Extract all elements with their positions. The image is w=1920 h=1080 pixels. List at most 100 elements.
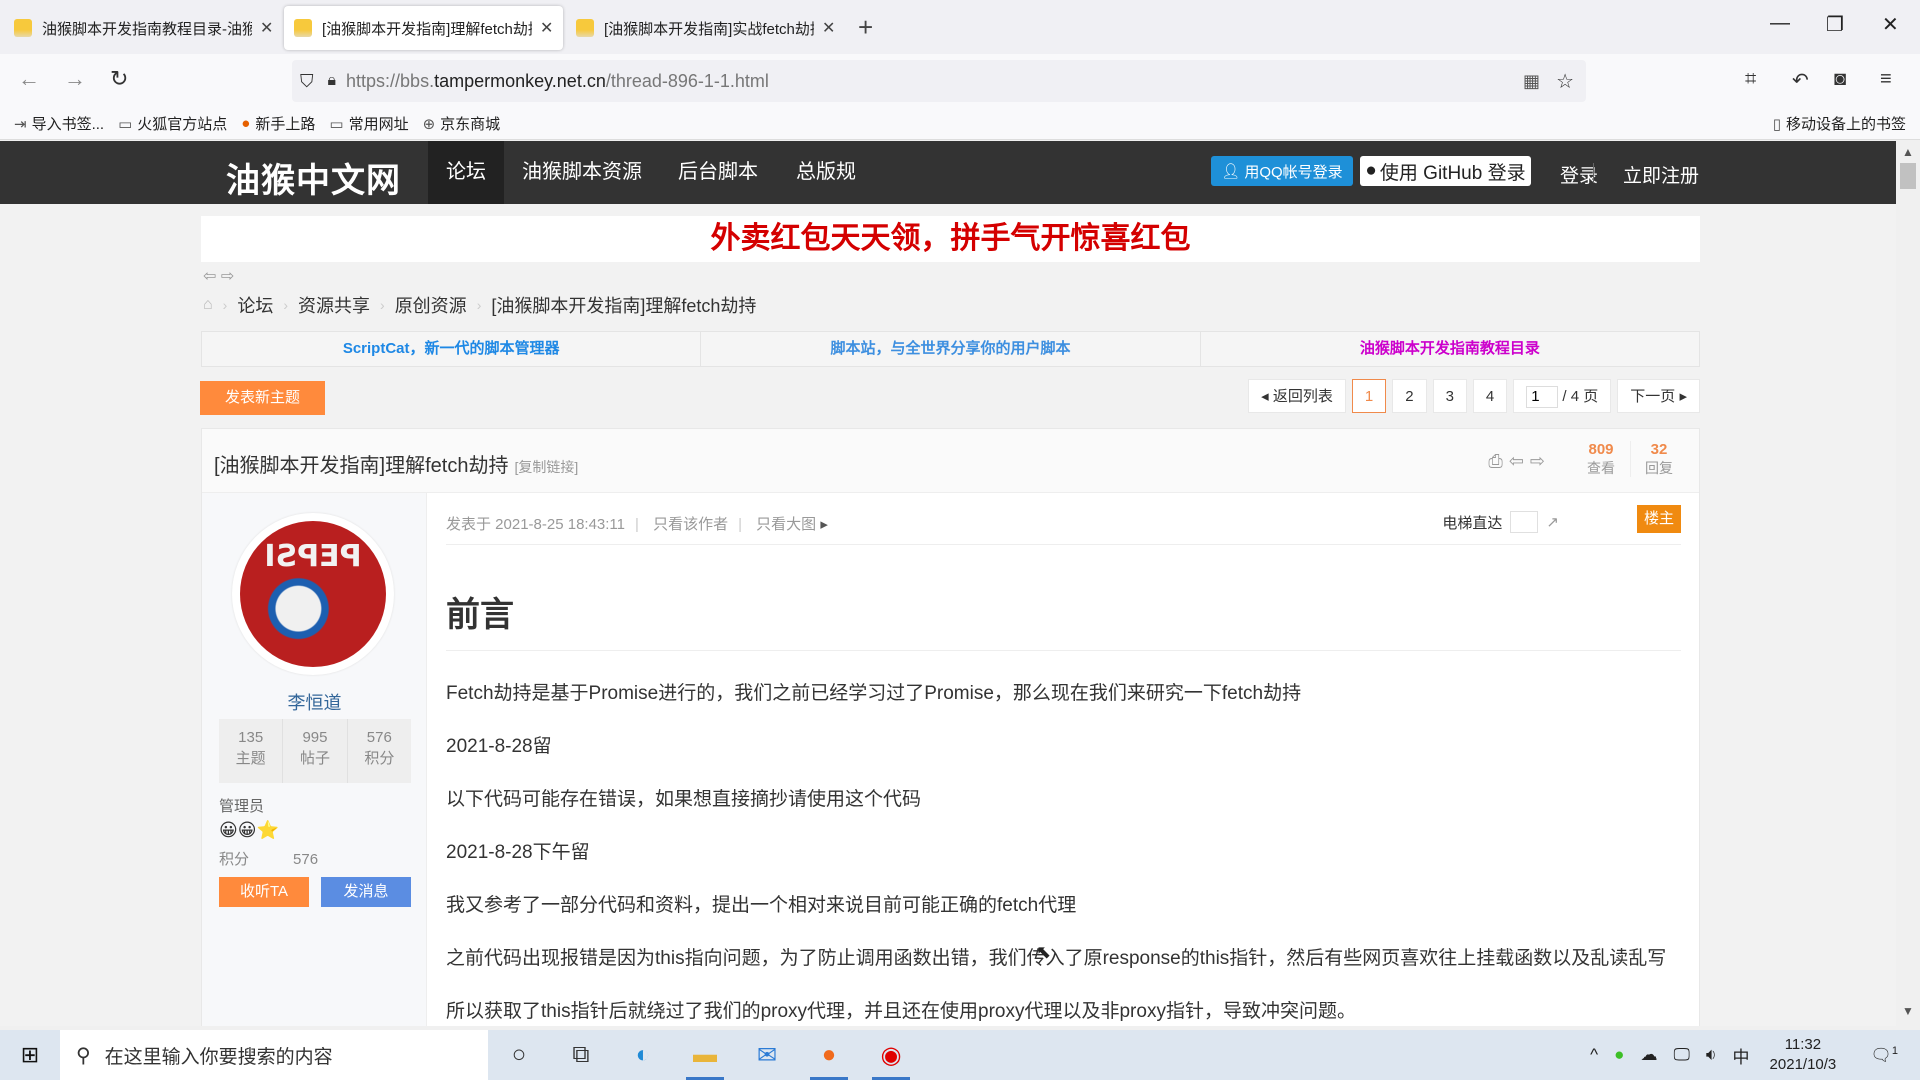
task-view-icon[interactable]: ⧉ xyxy=(550,1030,612,1080)
notification-icon[interactable]: 🗨︎1 xyxy=(1870,1045,1898,1066)
close-tab-icon[interactable]: ✕ xyxy=(540,18,553,38)
green-status-icon[interactable]: ● xyxy=(1614,1045,1624,1065)
arrow-right-icon[interactable]: ⇨ xyxy=(221,268,234,285)
url-text[interactable]: https://bbs.tampermonkey.net.cn/thread-8… xyxy=(346,71,769,92)
shield-icon[interactable]: ⛉ xyxy=(300,71,314,92)
stat-posts[interactable]: 995 帖子 xyxy=(283,719,348,783)
author-name[interactable]: 李恒道 xyxy=(202,689,427,715)
minimize-button[interactable]: — xyxy=(1770,12,1790,35)
arrow-left-icon[interactable]: ⇦ xyxy=(203,268,216,285)
mail-icon[interactable]: ✉ xyxy=(736,1030,798,1080)
follow-button[interactable]: 收听TA xyxy=(219,877,309,907)
next-page-button[interactable]: 下一页 ▸ xyxy=(1617,379,1700,413)
go-icon[interactable]: ↗ xyxy=(1546,513,1559,531)
scroll-thumb[interactable] xyxy=(1900,163,1916,189)
bookmark-star-icon[interactable]: ☆ xyxy=(1556,69,1574,94)
edge-icon[interactable]: ◐ xyxy=(612,1030,674,1080)
prev-thread-icon[interactable]: ⇦ xyxy=(1509,451,1530,471)
only-author-link[interactable]: 只看该作者 xyxy=(653,516,728,533)
breadcrumb-item[interactable]: [油猴脚本开发指南]理解fetch劫持 xyxy=(491,292,756,318)
site-nav-resources[interactable]: 油猴脚本资源 xyxy=(504,141,660,204)
breadcrumb-item[interactable]: 原创资源 xyxy=(395,292,467,318)
back-to-list-button[interactable]: ◂ 返回列表 xyxy=(1248,379,1346,413)
scroll-up-icon[interactable]: ▲ xyxy=(1896,141,1920,163)
promo-banner[interactable]: 外卖红包天天领，拼手气开惊喜红包 xyxy=(201,216,1700,262)
site-logo[interactable]: 油猴中文网 xyxy=(226,153,401,202)
page-4[interactable]: 4 xyxy=(1472,379,1508,413)
close-tab-icon[interactable]: ✕ xyxy=(260,18,273,38)
stat-label: 积分 xyxy=(364,750,395,767)
bookmark-item[interactable]: ▭ 火狐官方站点 xyxy=(118,113,227,134)
menu-icon[interactable]: ≡ xyxy=(1880,68,1892,91)
volume-icon[interactable]: 🔉︎ xyxy=(1706,1045,1717,1065)
qq-login-button[interactable]: 👤︎ 用QQ帐号登录 xyxy=(1211,156,1353,186)
lock-icon[interactable]: 🔒︎ xyxy=(328,72,337,90)
ime-indicator[interactable]: 中 xyxy=(1733,1043,1750,1068)
undo-icon[interactable]: ↶ xyxy=(1792,68,1809,93)
register-link[interactable]: 立即注册 xyxy=(1623,161,1699,188)
stat-points[interactable]: 576 积分 xyxy=(348,719,411,783)
caret-right-icon[interactable]: ▸ xyxy=(820,516,828,533)
link-tutorial-index[interactable]: 油猴脚本开发指南教程目录 xyxy=(1201,332,1699,366)
clock[interactable]: 11:32 2021/10/3 xyxy=(1770,1035,1837,1075)
print-icon[interactable]: ⎙ xyxy=(1488,451,1508,471)
bookmark-item[interactable]: ⇥ 导入书签... xyxy=(14,113,104,134)
close-window-button[interactable]: ✕ xyxy=(1882,12,1899,37)
site-nav-rules[interactable]: 总版规 xyxy=(778,141,874,204)
site-nav-forum[interactable]: 论坛 xyxy=(428,141,504,204)
only-images-link[interactable]: 只看大图 xyxy=(756,516,816,533)
stat-topics[interactable]: 135 主题 xyxy=(219,719,284,783)
file-explorer-icon[interactable]: ▬ xyxy=(674,1030,736,1080)
bookmark-item[interactable]: ⊕ 京东商城 xyxy=(423,113,501,134)
new-tab-button[interactable]: + xyxy=(858,12,873,43)
close-tab-icon[interactable]: ✕ xyxy=(822,18,835,38)
reload-button[interactable]: ↻ xyxy=(110,66,128,92)
site-nav-background-scripts[interactable]: 后台脚本 xyxy=(660,141,776,204)
page-jump: / 4 页 xyxy=(1513,379,1612,413)
scroll-down-icon[interactable]: ▼ xyxy=(1896,1004,1920,1026)
tray-expand-icon[interactable]: ^ xyxy=(1590,1045,1598,1065)
github-login-button[interactable]: ● 使用 GitHub 登录 xyxy=(1360,156,1531,186)
link-script-site[interactable]: 脚本站，与全世界分享你的用户脚本 xyxy=(701,332,1201,366)
send-message-button[interactable]: 发消息 xyxy=(321,877,411,907)
copy-link-button[interactable]: [复制链接] xyxy=(514,459,578,475)
onedrive-icon[interactable]: ☁ xyxy=(1640,1045,1657,1065)
windows-start-icon[interactable]: ⊞ xyxy=(0,1042,60,1068)
recorder-icon[interactable]: ◉ xyxy=(860,1030,922,1080)
back-button[interactable]: ← xyxy=(18,66,40,92)
author-role[interactable]: 管理员 xyxy=(219,795,264,816)
page-scrollbar[interactable]: ▲ ▼ xyxy=(1896,141,1920,1026)
browser-tab[interactable]: [油猴脚本开发指南]实战fetch劫持 ✕ xyxy=(566,6,845,50)
page-1[interactable]: 1 xyxy=(1351,379,1387,413)
screenshot-crop-icon[interactable]: ⌗ xyxy=(1745,68,1756,91)
bookmark-item[interactable]: ▭ 常用网址 xyxy=(329,113,408,134)
restore-button[interactable]: ❐ xyxy=(1826,12,1844,37)
floor-jump-label: 电梯直达 xyxy=(1442,514,1503,532)
page-3[interactable]: 3 xyxy=(1432,379,1467,413)
browser-tab-active[interactable]: [油猴脚本开发指南]理解fetch劫持 ✕ xyxy=(284,6,564,50)
floor-jump-input[interactable] xyxy=(1510,511,1539,533)
browser-tab[interactable]: 油猴脚本开发指南教程目录-油猴中文网 ✕ xyxy=(4,6,283,50)
breadcrumb-item[interactable]: 论坛 xyxy=(237,292,273,318)
qr-code-icon[interactable]: ▦ xyxy=(1523,71,1540,92)
taskbar-search[interactable]: ⚲ 在这里输入你要搜索的内容 xyxy=(60,1030,488,1080)
bookmark-item[interactable]: ● 新手上路 xyxy=(241,113,315,134)
network-icon[interactable]: 🖵︎ xyxy=(1673,1045,1689,1065)
next-thread-icon[interactable]: ⇨ xyxy=(1530,451,1551,471)
forward-button[interactable]: → xyxy=(64,66,86,92)
page-jump-input[interactable] xyxy=(1526,385,1559,408)
avatar[interactable]: PEPSI xyxy=(232,513,394,675)
tampermonkey-extension-icon[interactable]: ◙ xyxy=(1834,68,1846,91)
address-bar[interactable]: ⛉ 🔒︎ https://bbs.tampermonkey.net.cn/thr… xyxy=(292,60,1586,102)
new-topic-button[interactable]: 发表新主题 xyxy=(200,381,325,415)
taskbar-search-placeholder: 在这里输入你要搜索的内容 xyxy=(104,1046,333,1068)
firefox-icon[interactable]: ● xyxy=(798,1030,860,1080)
cortana-icon[interactable]: ○ xyxy=(488,1030,550,1080)
page-2[interactable]: 2 xyxy=(1392,379,1427,413)
post-heading: 前言 xyxy=(446,587,1681,651)
home-icon[interactable]: ⌂ xyxy=(203,296,213,314)
stat-value: 576 xyxy=(366,729,392,746)
breadcrumb-item[interactable]: 资源共享 xyxy=(298,292,370,318)
link-scriptcat[interactable]: ScriptCat，新一代的脚本管理器 xyxy=(202,332,702,366)
mobile-bookmarks[interactable]: ▯ 移动设备上的书签 xyxy=(1773,113,1906,134)
